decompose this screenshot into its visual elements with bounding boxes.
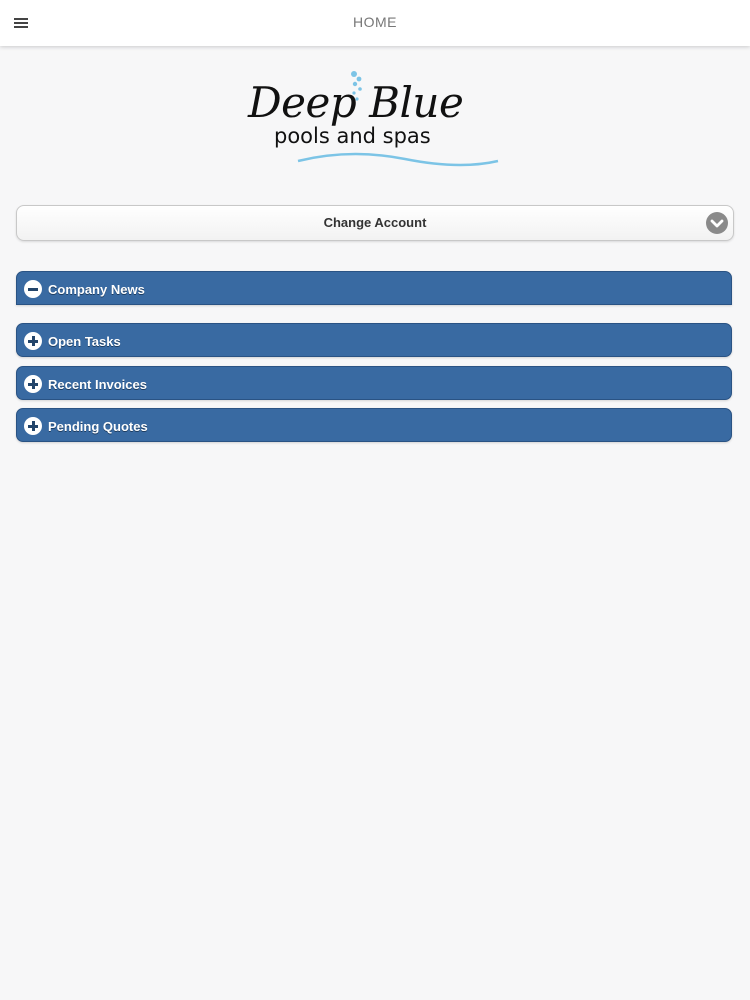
plus-circle-icon: [24, 375, 42, 393]
section-company-news[interactable]: Company News: [16, 271, 732, 305]
change-account-select[interactable]: Change Account: [16, 205, 734, 241]
section-pending-quotes[interactable]: Pending Quotes: [16, 408, 732, 442]
plus-circle-icon: [24, 332, 42, 350]
section-label: Pending Quotes: [48, 419, 148, 434]
section-label: Open Tasks: [48, 334, 121, 349]
section-open-tasks[interactable]: Open Tasks: [16, 323, 732, 357]
chevron-down-icon: [706, 212, 728, 234]
section-label: Recent Invoices: [48, 377, 147, 392]
plus-circle-icon: [24, 417, 42, 435]
logo-subtitle: pools and spas: [274, 124, 431, 148]
company-logo: Deep Blue pools and spas: [240, 68, 510, 178]
minus-circle-icon: [24, 280, 42, 298]
top-bar: HOME: [0, 0, 750, 46]
section-recent-invoices[interactable]: Recent Invoices: [16, 366, 732, 400]
section-label: Company News: [48, 282, 145, 297]
page-title: HOME: [353, 14, 397, 30]
logo-title: Deep Blue: [248, 78, 464, 127]
change-account-label: Change Account: [323, 215, 427, 230]
